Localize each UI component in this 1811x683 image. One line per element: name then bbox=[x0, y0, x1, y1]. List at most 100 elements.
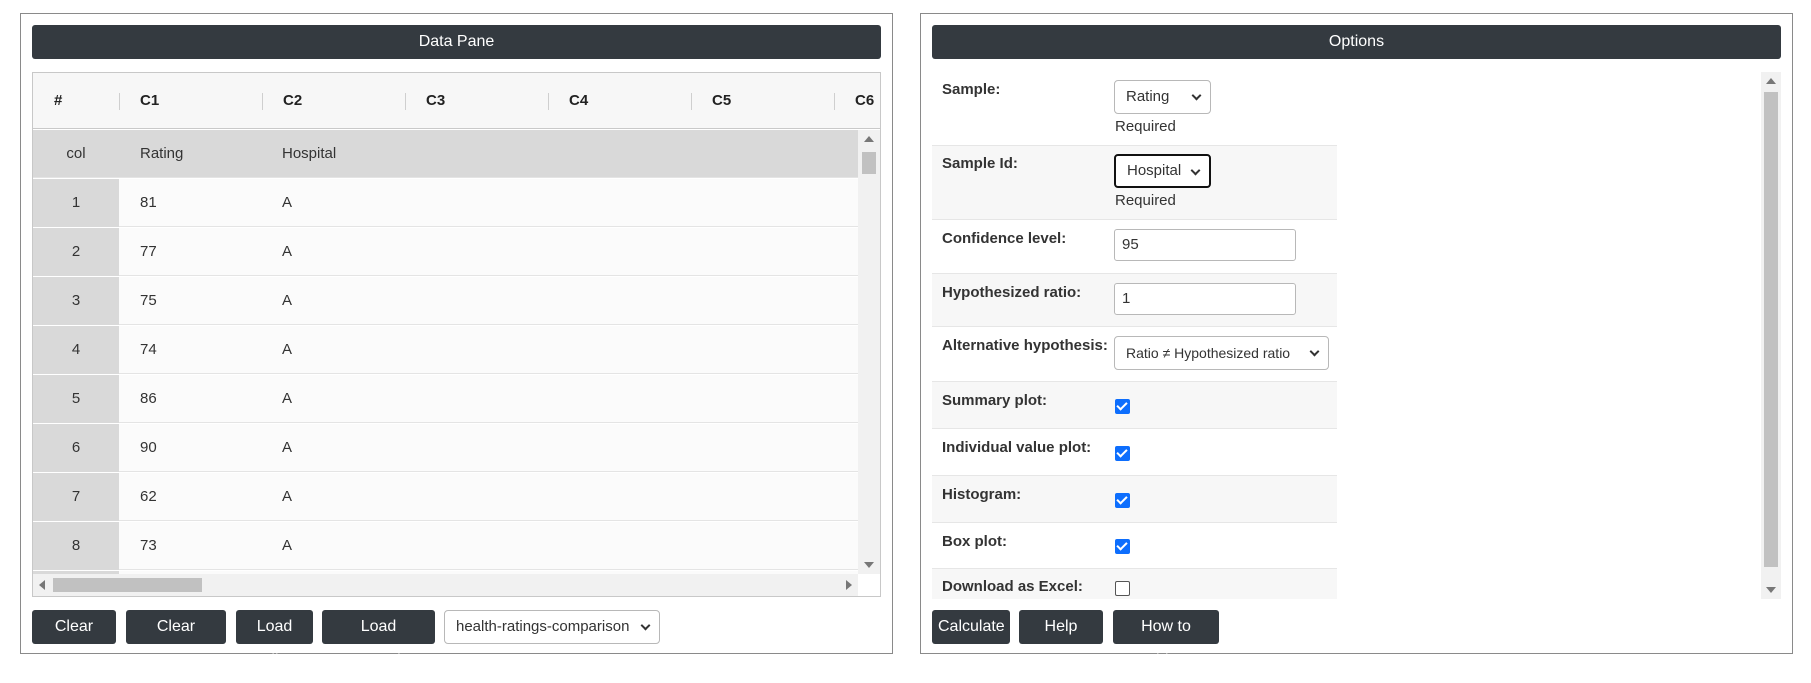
hypothesized-ratio-input[interactable]: 1 bbox=[1114, 283, 1296, 315]
grid-header-row: # C1 C2 C3 C4 C5 C6 bbox=[33, 73, 880, 129]
example-dataset-select-value: health-ratings-comparison bbox=[456, 618, 630, 635]
help-page-button[interactable]: Help Page bbox=[1019, 610, 1103, 669]
column-header-c4[interactable]: C4 bbox=[548, 73, 588, 129]
box-plot-label: Box plot: bbox=[942, 533, 1007, 550]
download-excel-checkbox[interactable] bbox=[1115, 581, 1130, 596]
chevron-down-icon bbox=[640, 620, 651, 631]
data-pane-title: Data Pane bbox=[32, 25, 881, 59]
data-cell[interactable]: A bbox=[282, 473, 292, 521]
data-cell[interactable]: A bbox=[282, 228, 292, 276]
alternative-hypothesis-select[interactable]: Ratio ≠ Hypothesized ratio bbox=[1114, 336, 1329, 370]
options-list: Sample: Rating Required Sample Id: Hospi… bbox=[932, 72, 1781, 599]
data-cell[interactable]: 77 bbox=[140, 228, 157, 276]
sample-select[interactable]: Rating bbox=[1114, 80, 1211, 114]
option-hypothesized-ratio: Hypothesized ratio: 1 bbox=[932, 274, 1337, 327]
scroll-right-arrow-icon[interactable] bbox=[846, 580, 852, 590]
table-row: 2 77 A bbox=[33, 228, 858, 276]
histogram-label: Histogram: bbox=[942, 486, 1022, 503]
column-name-row: col Rating Hospital bbox=[33, 130, 858, 178]
data-cell[interactable]: 74 bbox=[140, 326, 157, 374]
options-vertical-scrollbar[interactable] bbox=[1761, 72, 1781, 599]
confidence-level-input[interactable]: 95 bbox=[1114, 229, 1296, 261]
calculate-button[interactable]: Calculate bbox=[932, 610, 1010, 644]
how-to-video-button[interactable]: How to Video bbox=[1113, 610, 1219, 669]
data-cell[interactable]: A bbox=[282, 375, 292, 423]
scroll-up-arrow-icon[interactable] bbox=[864, 136, 874, 142]
data-cell[interactable]: 75 bbox=[140, 277, 157, 325]
column-header-c2[interactable]: C2 bbox=[262, 73, 302, 129]
confidence-level-label: Confidence level: bbox=[942, 230, 1067, 247]
summary-plot-label: Summary plot: bbox=[942, 392, 1048, 409]
row-number: 5 bbox=[33, 375, 119, 423]
chevron-down-icon bbox=[1309, 346, 1320, 357]
option-summary-plot: Summary plot: bbox=[932, 382, 1337, 429]
data-grid[interactable]: # C1 C2 C3 C4 C5 C6 col Rating Hospital … bbox=[32, 72, 881, 597]
row-number: 8 bbox=[33, 522, 119, 570]
load-file-button[interactable]: Load File bbox=[236, 610, 313, 669]
column-name-cell[interactable]: Hospital bbox=[282, 130, 336, 178]
summary-plot-checkbox[interactable] bbox=[1115, 399, 1130, 414]
sample-id-select-value: Hospital bbox=[1127, 162, 1182, 179]
chevron-down-icon bbox=[1191, 90, 1202, 101]
individual-value-plot-label: Individual value plot: bbox=[942, 439, 1092, 456]
option-download-excel: Download as Excel: bbox=[932, 569, 1337, 599]
option-sample-id: Sample Id: Hospital Required bbox=[932, 146, 1337, 220]
data-cell[interactable]: 81 bbox=[140, 179, 157, 227]
grid-body: col Rating Hospital 1 81 A 2 77 A 3 75 A… bbox=[33, 130, 858, 574]
scroll-left-arrow-icon[interactable] bbox=[39, 580, 45, 590]
data-cell[interactable]: A bbox=[282, 179, 292, 227]
option-box-plot: Box plot: bbox=[932, 523, 1337, 569]
column-header-index[interactable]: # bbox=[33, 73, 62, 129]
data-cell[interactable]: A bbox=[282, 277, 292, 325]
scrollbar-thumb[interactable] bbox=[862, 152, 876, 174]
alternative-hypothesis-label: Alternative hypothesis: bbox=[942, 337, 1108, 354]
hypothesized-ratio-label: Hypothesized ratio: bbox=[942, 284, 1082, 301]
data-cell[interactable]: A bbox=[282, 326, 292, 374]
options-title: Options bbox=[932, 25, 1781, 59]
column-header-c1[interactable]: C1 bbox=[119, 73, 159, 129]
row-number: 2 bbox=[33, 228, 119, 276]
column-header-c3[interactable]: C3 bbox=[405, 73, 445, 129]
data-cell[interactable]: 62 bbox=[140, 473, 157, 521]
scroll-up-arrow-icon[interactable] bbox=[1766, 78, 1776, 84]
data-cell[interactable]: A bbox=[282, 522, 292, 570]
table-row: 5 86 A bbox=[33, 375, 858, 423]
table-row: 6 90 A bbox=[33, 424, 858, 472]
box-plot-checkbox[interactable] bbox=[1115, 539, 1130, 554]
scroll-down-arrow-icon[interactable] bbox=[864, 562, 874, 568]
data-cell[interactable]: 90 bbox=[140, 424, 157, 472]
column-header-c5[interactable]: C5 bbox=[691, 73, 731, 129]
option-histogram: Histogram: bbox=[932, 476, 1337, 523]
load-example-button[interactable]: Load Example bbox=[322, 610, 435, 669]
individual-value-plot-checkbox[interactable] bbox=[1115, 446, 1130, 461]
grid-horizontal-scrollbar[interactable] bbox=[33, 574, 858, 596]
sample-label: Sample: bbox=[942, 81, 1001, 98]
table-row: 4 74 A bbox=[33, 326, 858, 374]
chevron-down-icon bbox=[1190, 165, 1201, 176]
sample-select-value: Rating bbox=[1126, 88, 1170, 105]
table-row: 7 62 A bbox=[33, 473, 858, 521]
grid-vertical-scrollbar[interactable] bbox=[858, 130, 880, 574]
example-dataset-select[interactable]: health-ratings-comparison bbox=[444, 610, 660, 644]
row-number: 3 bbox=[33, 277, 119, 325]
options-pane: Options Sample: Rating Required Sample I… bbox=[920, 13, 1793, 669]
column-name-label: col bbox=[66, 145, 86, 162]
table-row: 8 73 A bbox=[33, 522, 858, 570]
clear-data-button[interactable]: Clear Data bbox=[32, 610, 116, 669]
data-cell[interactable]: 73 bbox=[140, 522, 157, 570]
column-name-cell[interactable]: Rating bbox=[140, 130, 183, 178]
scroll-down-arrow-icon[interactable] bbox=[1766, 587, 1776, 593]
clear-output-button[interactable]: Clear Output bbox=[126, 610, 226, 669]
column-header-c6[interactable]: C6 bbox=[834, 73, 874, 129]
scrollbar-thumb[interactable] bbox=[53, 578, 202, 592]
row-number: 4 bbox=[33, 326, 119, 374]
data-pane: Data Pane # C1 C2 C3 C4 C5 C6 col Rating… bbox=[20, 13, 893, 669]
data-cell[interactable]: 86 bbox=[140, 375, 157, 423]
option-sample: Sample: Rating Required bbox=[932, 72, 1337, 146]
row-number: 7 bbox=[33, 473, 119, 521]
data-cell[interactable]: A bbox=[282, 424, 292, 472]
row-number: 1 bbox=[33, 179, 119, 227]
histogram-checkbox[interactable] bbox=[1115, 493, 1130, 508]
sample-id-select[interactable]: Hospital bbox=[1114, 154, 1211, 188]
scrollbar-thumb[interactable] bbox=[1764, 92, 1778, 567]
